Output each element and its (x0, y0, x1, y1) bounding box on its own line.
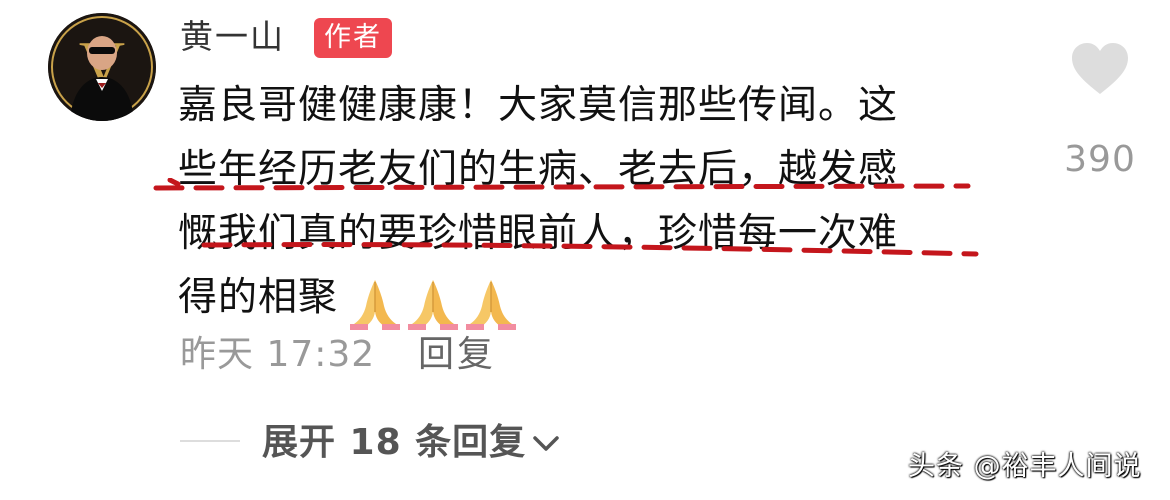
folded-hands-icon (466, 280, 517, 330)
expand-replies-button[interactable]: 展开 18 条回复 (262, 418, 560, 468)
folded-hands-icon (408, 280, 459, 330)
heart-icon (1072, 43, 1128, 94)
folded-hands-icon (350, 280, 401, 330)
comment-line-text: 得的相聚 (178, 275, 339, 320)
comment-line: 嘉良哥健健康康！大家莫信那些传闻。这 (178, 83, 899, 128)
reply-button[interactable]: 回复 (418, 330, 496, 380)
timestamp: 昨天 17:32 (180, 334, 376, 375)
like-count: 390 (1064, 139, 1136, 180)
username[interactable]: 黄一山 (180, 14, 285, 60)
expand-replies-label: 展开 18 条回复 (262, 422, 527, 463)
like-button[interactable]: 390 (1060, 38, 1140, 180)
emoji-row (346, 268, 520, 332)
divider (180, 440, 240, 442)
comment-line-last: 得的相聚 (178, 266, 1008, 330)
comment-meta: 昨天 17:32 回复 (180, 330, 493, 380)
comment-item: V 黄一山 作者 嘉良哥健健康康！大家莫信那些传闻。这 些年经历老友们的生病、老… (0, 0, 1170, 500)
red-dashed-underline (201, 242, 979, 257)
watermark-text: 头条 @裕丰人间说 (908, 451, 1142, 482)
author-badge: 作者 (314, 18, 392, 58)
comment-line: 些年经历老友们的生病、老去后，越发感 (178, 147, 899, 192)
avatar[interactable]: V (48, 13, 156, 121)
chevron-down-icon (533, 436, 559, 451)
red-dashed-underline (153, 178, 971, 191)
comment-text: 嘉良哥健健康康！大家莫信那些传闻。这 些年经历老友们的生病、老去后，越发感 慨我… (178, 74, 1008, 330)
